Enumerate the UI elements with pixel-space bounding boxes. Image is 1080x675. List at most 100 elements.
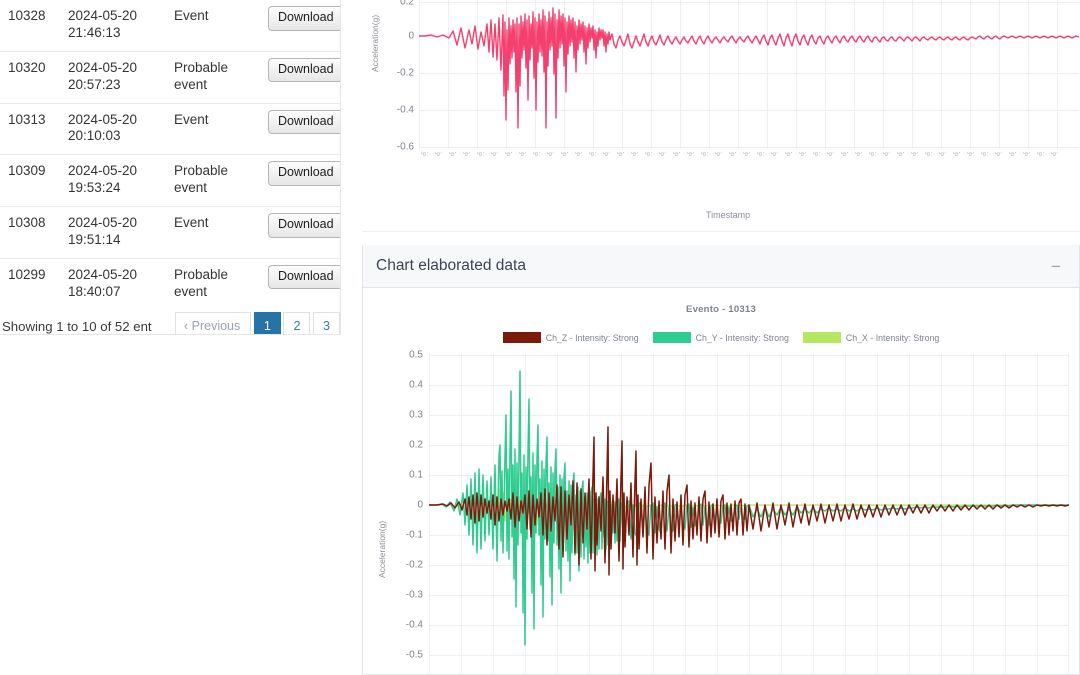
chart-elaborated-data-panel: Chart elaborated data − Evento - 10313 C… bbox=[362, 245, 1080, 675]
events-table-body: 10328 2024-05-20 21:46:13 Event Download… bbox=[0, 0, 340, 310]
pagination-previous[interactable]: ‹ Previous bbox=[174, 311, 252, 334]
elab-ytick: 0.1 bbox=[409, 469, 423, 481]
raw-chart-yaxis: 0.2 0 -0.2 -0.4 -0.6 bbox=[368, 0, 414, 153]
cell-action: Download bbox=[262, 0, 340, 51]
cell-event-id: 10320 bbox=[0, 50, 62, 103]
cell-event-type: Event bbox=[174, 8, 209, 23]
raw-chart-xlabel: Timestamp bbox=[706, 210, 751, 220]
download-button[interactable]: Download bbox=[268, 109, 340, 135]
legend-item-ch-x[interactable]: Ch_X - Intensity: Strong bbox=[802, 332, 940, 343]
legend-swatch-icon bbox=[802, 332, 841, 343]
pagination-page-link[interactable]: 3 bbox=[313, 311, 340, 334]
cell-timestamp: 2024-05-20 20:10:03 bbox=[62, 102, 168, 155]
legend-label: Ch_X - Intensity: Strong bbox=[845, 332, 940, 343]
minimize-icon[interactable]: − bbox=[1047, 257, 1065, 275]
elab-ytick: 0 bbox=[417, 499, 423, 511]
timestamp-time: 18:40:07 bbox=[68, 283, 121, 299]
timestamp-date: 2024-05-20 bbox=[68, 8, 138, 23]
elab-ytick: -0.4 bbox=[405, 619, 423, 631]
panel-title: Chart elaborated data bbox=[376, 257, 526, 274]
table-row[interactable]: 10309 2024-05-20 19:53:24 Probable event… bbox=[0, 154, 340, 207]
raw-ytick: -0.2 bbox=[396, 67, 414, 79]
pagination-page-link[interactable]: 1 bbox=[253, 311, 281, 334]
download-button[interactable]: Download bbox=[268, 213, 340, 238]
elaborated-chart-plot-area bbox=[429, 353, 1069, 674]
cell-event-type: Probable event bbox=[168, 257, 262, 310]
download-button[interactable]: Download bbox=[268, 264, 340, 290]
legend-swatch-icon bbox=[502, 332, 541, 343]
charts-area: Acceleration(g) 0.2 0 -0.2 -0.4 -0.6 Tim… bbox=[341, 0, 1080, 675]
elaborated-chart-title: Evento - 10313 bbox=[686, 304, 756, 315]
timestamp-time: 20:10:03 bbox=[68, 128, 121, 144]
download-button[interactable]: Download bbox=[268, 57, 340, 83]
legend-label: Ch_Y - Intensity: Strong bbox=[695, 332, 789, 343]
cell-event-id: 10313 bbox=[0, 102, 62, 155]
timestamp-time: 19:53:24 bbox=[68, 180, 121, 196]
legend-item-ch-y[interactable]: Ch_Y - Intensity: Strong bbox=[652, 332, 789, 343]
elaborated-chart-yaxis: 0.5 0.4 0.3 0.2 0.1 0 -0.1 -0.2 -0.3 -0.… bbox=[375, 349, 423, 673]
legend-label: Ch_Z - Intensity: Strong bbox=[545, 332, 639, 343]
download-button[interactable]: Download bbox=[268, 6, 340, 31]
raw-chart-plot-area bbox=[419, 0, 1079, 149]
cell-action: Download bbox=[262, 257, 340, 310]
table-row[interactable]: 10299 2024-05-20 18:40:07 Probable event… bbox=[0, 257, 340, 310]
cell-event-id: 10308 bbox=[0, 206, 62, 259]
timestamp-date: 2024-05-20 bbox=[68, 59, 138, 75]
elab-ytick: -0.1 bbox=[405, 529, 423, 541]
cell-event-type: Event bbox=[168, 206, 262, 259]
elab-ytick: -0.2 bbox=[405, 559, 423, 571]
cell-timestamp: 2024-05-20 18:40:07 bbox=[62, 257, 168, 310]
pagination-page-link[interactable]: 2 bbox=[283, 311, 311, 334]
timestamp-date: 2024-05-20 bbox=[68, 215, 138, 230]
raw-ytick: -0.4 bbox=[396, 104, 414, 116]
legend-item-ch-z[interactable]: Ch_Z - Intensity: Strong bbox=[502, 332, 639, 343]
events-table-panel: 10328 2024-05-20 21:46:13 Event Download… bbox=[0, 0, 341, 335]
raw-chart-svg bbox=[419, 0, 1079, 149]
cell-timestamp: 2024-05-20 19:51:14 bbox=[62, 206, 168, 259]
cell-action: Download bbox=[262, 206, 340, 259]
raw-ytick: 0 bbox=[408, 30, 414, 42]
download-button[interactable]: Download bbox=[268, 161, 340, 186]
cell-event-type: Probable event bbox=[168, 154, 262, 207]
table-row[interactable]: 10313 2024-05-20 20:10:03 Event Download bbox=[0, 102, 340, 155]
cell-timestamp: 2024-05-20 21:46:13 bbox=[62, 0, 168, 51]
timestamp-time: 20:57:23 bbox=[68, 76, 121, 92]
panel-header: Chart elaborated data − bbox=[363, 245, 1079, 288]
elab-ytick: 0.2 bbox=[409, 439, 423, 451]
pagination-page-2[interactable]: 2 bbox=[283, 311, 311, 334]
table-row[interactable]: 10308 2024-05-20 19:51:14 Event Download bbox=[0, 206, 340, 259]
elaborated-chart-legend: Ch_Z - Intensity: Strong Ch_Y - Intensit… bbox=[363, 332, 1079, 343]
legend-swatch-icon bbox=[652, 332, 691, 343]
pagination: ‹ Previous 1 2 3 4 5 6 Next › bbox=[150, 311, 340, 334]
raw-ytick: -0.6 bbox=[396, 141, 414, 153]
pagination-page-3[interactable]: 3 bbox=[313, 311, 340, 334]
elaborated-chart-svg bbox=[429, 353, 1069, 674]
table-footer: Showing 1 to 10 of 52 entries ‹ Previous… bbox=[0, 310, 340, 334]
raw-ytick: 0.2 bbox=[400, 0, 414, 8]
raw-chart-xaxis: 8:10:03.207 pm 8:10:03.679 pm 8:10:04.55… bbox=[419, 152, 1079, 208]
cell-event-id: 10299 bbox=[0, 257, 62, 310]
cell-event-id: 10309 bbox=[0, 154, 62, 207]
cell-event-id: 10328 bbox=[8, 8, 46, 23]
elab-ytick: -0.5 bbox=[405, 649, 423, 661]
table-row[interactable]: 10320 2024-05-20 20:57:23 Probable event… bbox=[0, 50, 340, 103]
pagination-row-1: ‹ Previous 1 2 3 4 bbox=[150, 311, 340, 334]
cell-action: Download bbox=[262, 50, 340, 103]
timestamp-date: 2024-05-20 bbox=[68, 111, 138, 127]
table-row[interactable]: 10328 2024-05-20 21:46:13 Event Download bbox=[0, 0, 340, 51]
cell-event-type: Probable event bbox=[168, 50, 262, 103]
showing-entries-text: Showing 1 to 10 of 52 entries bbox=[2, 318, 152, 334]
panel-body: Evento - 10313 Ch_Z - Intensity: Strong … bbox=[363, 288, 1079, 674]
cell-action: Download bbox=[262, 154, 340, 207]
elab-ytick: 0.5 bbox=[409, 349, 423, 361]
raw-seismogram-chart: Acceleration(g) 0.2 0 -0.2 -0.4 -0.6 Tim… bbox=[362, 0, 1080, 232]
pagination-previous-link[interactable]: ‹ Previous bbox=[174, 311, 252, 334]
cell-timestamp: 2024-05-20 20:57:23 bbox=[62, 50, 168, 103]
elab-ytick: 0.3 bbox=[409, 409, 423, 421]
app-page: 10328 2024-05-20 21:46:13 Event Download… bbox=[0, 0, 1080, 675]
cell-timestamp: 2024-05-20 19:53:24 bbox=[62, 154, 168, 207]
timestamp-time: 21:46:13 bbox=[68, 24, 121, 40]
timestamp-date: 2024-05-20 bbox=[68, 163, 138, 179]
pagination-page-1[interactable]: 1 bbox=[253, 311, 281, 334]
timestamp-date: 2024-05-20 bbox=[68, 266, 138, 282]
